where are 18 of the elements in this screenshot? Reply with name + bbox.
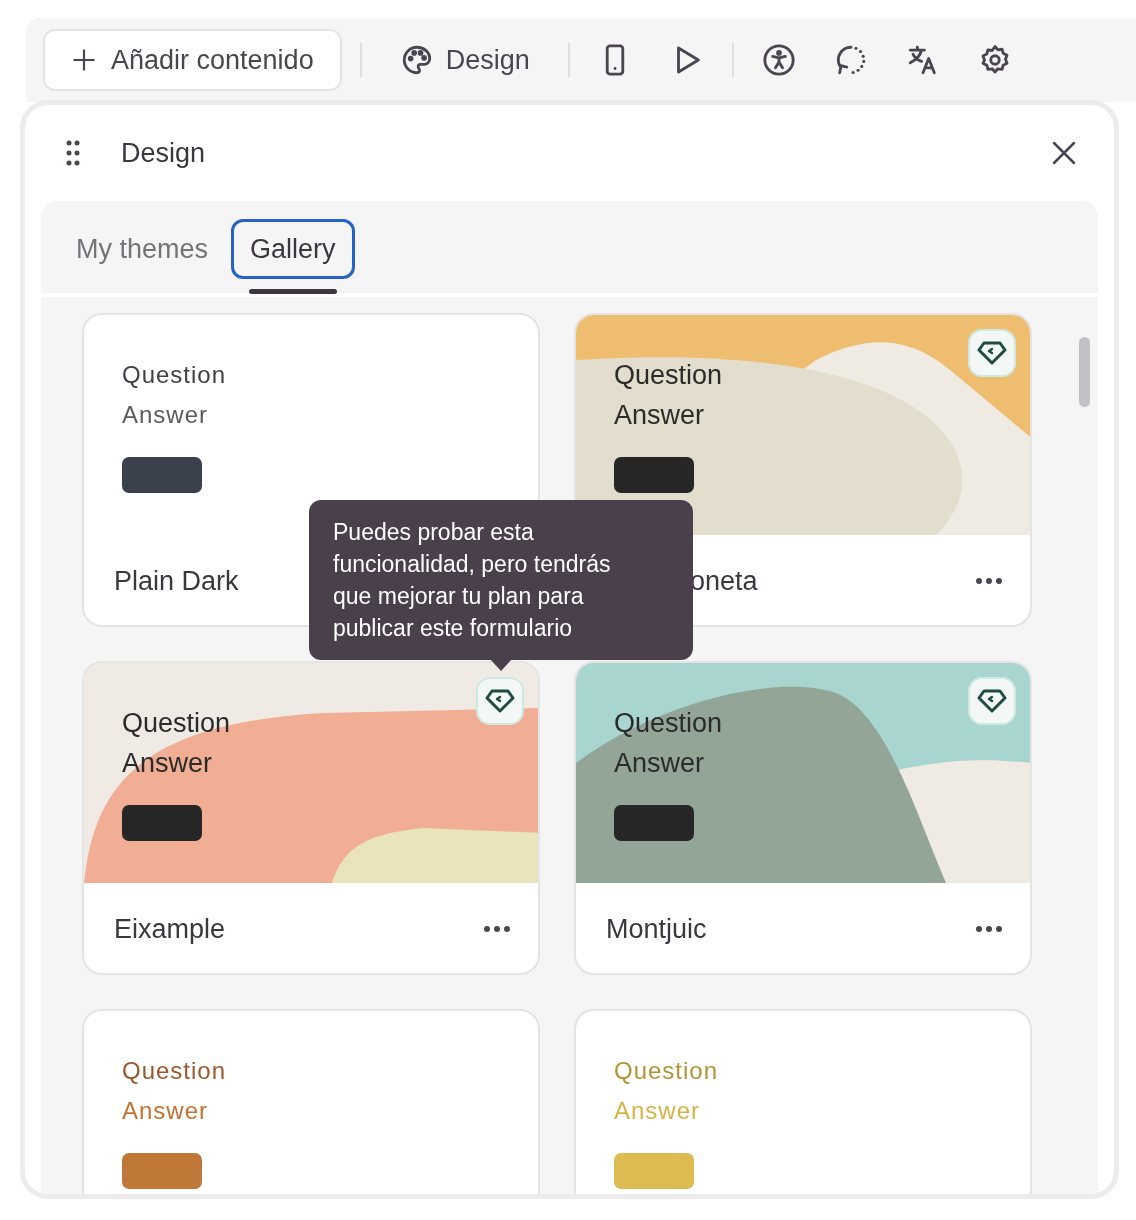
answer-sample: Answer: [614, 399, 705, 432]
answer-sample: Answer: [122, 747, 213, 780]
question-sample: Question: [614, 1056, 719, 1086]
question-sample: Question: [122, 360, 227, 390]
theme-name: Eixample: [114, 912, 226, 946]
answer-sample: Answer: [122, 1096, 209, 1126]
upgrade-tooltip: Puedes probar esta funcionalidad, pero tendrás que mejorar tu plan para publicar este formulario: [309, 500, 693, 660]
question-sample: Question: [614, 707, 723, 740]
answer-sample: Answer: [614, 1096, 701, 1126]
theme-name: oneta: [690, 564, 758, 598]
panel-title: Design: [121, 136, 206, 170]
theme-name: Montjuic: [606, 912, 707, 946]
question-sample: Question: [122, 707, 231, 740]
answer-sample: Answer: [614, 747, 705, 780]
theme-name: Plain Dark: [114, 564, 239, 598]
answer-sample: Answer: [122, 400, 209, 430]
question-sample: Question: [122, 1056, 227, 1086]
question-sample: Question: [614, 359, 723, 392]
